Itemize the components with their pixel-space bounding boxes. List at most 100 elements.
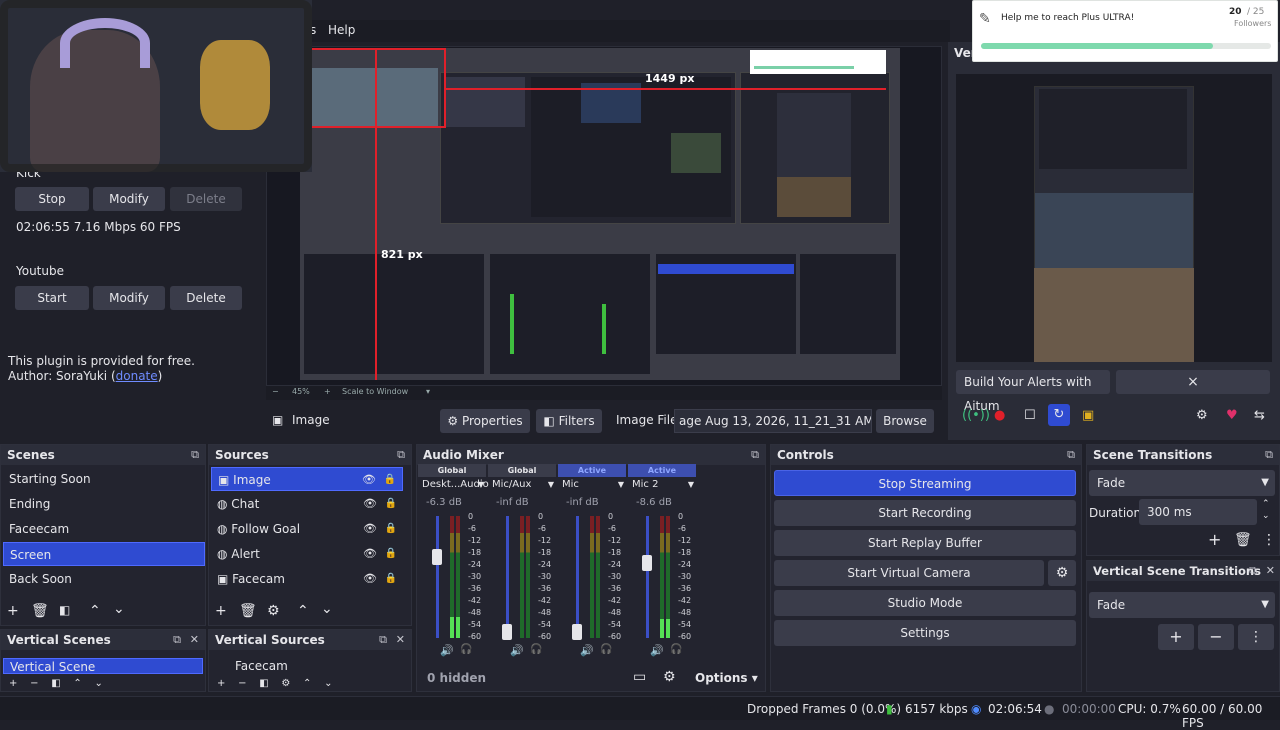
fader-track[interactable] (646, 516, 649, 638)
undock-icon[interactable]: ⧉ (751, 448, 759, 462)
undock-icon[interactable]: ⧉ (379, 633, 387, 647)
gear-icon[interactable]: ⚙ (267, 603, 280, 619)
volume-icon[interactable]: 🔊 (580, 644, 594, 657)
selection-box[interactable] (306, 48, 446, 128)
vertical-scenes-toolbar[interactable]: + − ◧ ⌃ ⌄ (9, 678, 103, 689)
close-icon[interactable]: × (1116, 370, 1270, 394)
volume-icon[interactable]: 🔊 (650, 644, 664, 657)
lock-icon[interactable]: 🔒 (385, 517, 397, 541)
fader-handle[interactable] (572, 624, 582, 640)
fader-handle[interactable] (642, 554, 652, 571)
pause-box-icon[interactable]: ☐ (1024, 408, 1036, 423)
chevron-down-icon[interactable]: ▼ (688, 480, 694, 489)
eye-icon[interactable]: 👁 (363, 492, 377, 516)
vertical-preview[interactable] (956, 74, 1272, 362)
source-item[interactable]: ◍ Alert 👁 🔒 (211, 542, 403, 566)
lock-icon[interactable]: 🔒 (384, 468, 396, 492)
add-icon[interactable]: + (1208, 530, 1221, 549)
youtube-start-button[interactable]: Start (15, 286, 89, 310)
trash-icon[interactable]: 🗑 (239, 603, 257, 619)
source-item[interactable]: ▣ Image 👁 🔒 (211, 467, 403, 491)
start-replay-buffer-button[interactable]: Start Replay Buffer (774, 530, 1076, 556)
fader-track[interactable] (436, 516, 439, 638)
vertical-source-item[interactable]: Facecam (211, 658, 409, 674)
more-icon[interactable]: ⋮ (1238, 624, 1274, 650)
fader-track[interactable] (506, 516, 509, 638)
filters-button[interactable]: ◧ Filters (536, 409, 602, 433)
fader-handle[interactable] (432, 549, 442, 565)
monitor-icon[interactable]: 🎧 (530, 644, 542, 655)
scene-item[interactable]: Ending (3, 492, 205, 516)
menu-help[interactable]: Help (328, 23, 355, 37)
chevron-down-icon[interactable]: ▾ (426, 387, 430, 396)
heart-icon[interactable]: ♥ (1226, 408, 1238, 423)
add-icon[interactable]: + (1158, 624, 1194, 650)
donate-link[interactable]: donate (116, 369, 158, 383)
settings-button[interactable]: Settings (774, 620, 1076, 646)
lock-icon[interactable]: 🔒 (385, 542, 397, 566)
lock-icon[interactable]: 🔒 (385, 567, 397, 591)
start-virtual-camera-button[interactable]: Start Virtual Camera (774, 560, 1044, 586)
undock-icon[interactable]: ⧉ (1265, 448, 1273, 462)
kick-modify-button[interactable]: Modify (93, 187, 165, 211)
transition-select[interactable]: Fade ▼ (1089, 470, 1275, 496)
scene-item[interactable]: Starting Soon (3, 467, 205, 491)
more-icon[interactable]: ⋮ (1262, 532, 1276, 548)
fader-handle[interactable] (502, 624, 512, 640)
move-up-icon[interactable]: ⌃ (89, 603, 101, 619)
move-down-icon[interactable]: ⌄ (321, 601, 333, 617)
replay-icon[interactable]: ↻ (1048, 404, 1070, 426)
add-scene-icon[interactable]: + (7, 603, 19, 619)
preview-canvas[interactable]: 1449 px 821 px (300, 48, 900, 380)
channel-name[interactable]: Mic 2 (632, 479, 658, 490)
zoom-plus-icon[interactable]: + (324, 387, 331, 396)
monitor-icon[interactable]: 🎧 (600, 644, 612, 655)
aitum-alerts-button[interactable]: Build Your Alerts with Aitum (956, 370, 1110, 413)
stop-streaming-button[interactable]: Stop Streaming (774, 470, 1076, 496)
source-item[interactable]: ◍ Follow Goal 👁 🔒 (211, 517, 403, 541)
share-icon[interactable]: ⇆ (1254, 408, 1265, 423)
chevron-down-icon[interactable]: ▼ (618, 480, 624, 489)
gear-icon[interactable]: ⚙ (663, 669, 676, 685)
monitor-icon[interactable]: 🎧 (460, 644, 472, 655)
undock-icon[interactable]: ⧉ (1249, 564, 1257, 578)
youtube-delete-button[interactable]: Delete (170, 286, 242, 310)
filter-icon[interactable]: ◧ (59, 603, 70, 617)
undock-icon[interactable]: ⧉ (173, 633, 181, 647)
volume-icon[interactable]: 🔊 (440, 644, 454, 657)
undock-icon[interactable]: ⧉ (1067, 448, 1075, 462)
image-file-field[interactable]: age Aug 13, 2026, 11_21_31 AM.png (674, 409, 872, 433)
source-item[interactable]: ▣ Facecam 👁 🔒 (211, 567, 403, 591)
kick-stop-button[interactable]: Stop (15, 187, 89, 211)
channel-name[interactable]: Mic (562, 479, 579, 490)
eye-icon[interactable]: 👁 (363, 517, 377, 541)
fader-track[interactable] (576, 516, 579, 638)
vertical-sources-toolbar[interactable]: + − ◧ ⚙ ⌃ ⌄ (217, 678, 333, 689)
virtual-cam-icon[interactable]: ▣ (1082, 408, 1094, 423)
zoom-minus-icon[interactable]: − (272, 387, 279, 396)
start-recording-button[interactable]: Start Recording (774, 500, 1076, 526)
gear-icon[interactable]: ⚙ (1196, 408, 1208, 423)
undock-icon[interactable]: ⧉ (191, 448, 199, 462)
vertical-scene-item[interactable]: Vertical Scene (3, 658, 203, 674)
stream-icon[interactable]: ((•)) (962, 408, 990, 423)
source-item[interactable]: ◍ Chat 👁 🔒 (211, 492, 403, 516)
move-up-icon[interactable]: ⌃ (297, 603, 309, 619)
undock-icon[interactable]: ⧉ (397, 448, 405, 462)
layout-icon[interactable]: ▭ (633, 669, 646, 685)
channel-name[interactable]: Mic/Aux (492, 479, 531, 490)
mixer-options-button[interactable]: Options ▾ (695, 671, 758, 685)
vertical-transition-select[interactable]: Fade ▼ (1089, 592, 1275, 618)
duration-input[interactable]: 300 ms (1139, 499, 1257, 525)
add-source-icon[interactable]: + (215, 603, 227, 619)
duration-stepper[interactable]: ⌃ ⌄ (1262, 498, 1270, 522)
chevron-down-icon[interactable]: ▼ (548, 480, 554, 489)
chevron-down-icon[interactable]: ▼ (478, 480, 484, 489)
lock-icon[interactable]: 🔒 (385, 492, 397, 516)
remove-icon[interactable]: − (1198, 624, 1234, 650)
trash-icon[interactable]: 🗑 (1234, 532, 1252, 548)
close-icon[interactable]: ✕ (190, 633, 199, 646)
eye-icon[interactable]: 👁 (362, 468, 376, 492)
move-down-icon[interactable]: ⌄ (113, 601, 125, 617)
properties-button[interactable]: ⚙ Properties (440, 409, 530, 433)
